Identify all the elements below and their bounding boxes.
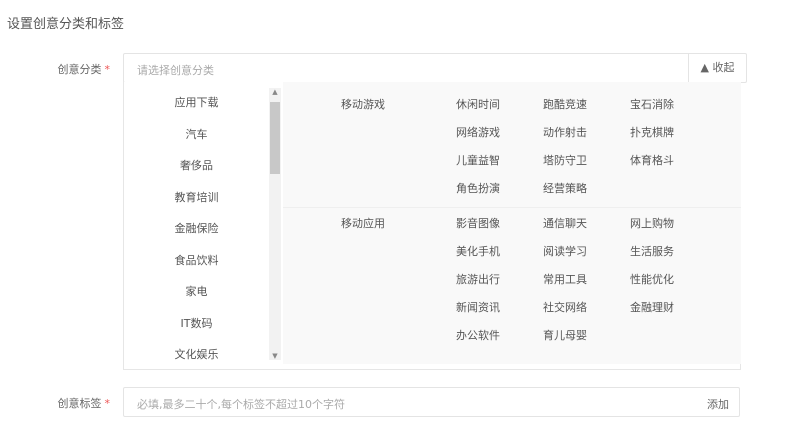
subcategory-item[interactable]: 塔防守卫 [543, 152, 587, 168]
subcategory-panel: 移动游戏 休闲时间 跑酷竞速 宝石消除网络游戏 动作射击 扑克棋牌儿童益智 塔防守卫 体育格斗… [283, 82, 741, 364]
subcategory-item[interactable]: 通信聊天 [543, 215, 587, 231]
industry-item[interactable]: 应用下载 [124, 94, 269, 110]
scrollbar-thumb[interactable] [270, 102, 280, 174]
subcategory-item[interactable]: 育儿母婴 [543, 327, 587, 343]
group-label: 移动游戏 [341, 98, 385, 111]
required-mark: * [104, 397, 111, 410]
category-label-text: 创意分类 [57, 63, 102, 76]
collapse-button[interactable]: ▲ 收起 [688, 54, 746, 82]
subcategory-item[interactable]: 动作射击 [543, 124, 587, 140]
category-dropdown: 应用下载汽车奢侈品教育培训金融保险食品饮料家电 IT数码文化娱乐 ▲ ▼ 移动游戏… [123, 82, 741, 370]
subcategory-item[interactable]: 儿童益智 [456, 152, 500, 168]
tags-label-text: 创意标签 [57, 397, 102, 410]
subcategory-item[interactable]: 网络游戏 [456, 124, 500, 140]
industry-item[interactable]: 金融保险 [124, 220, 269, 236]
subcategory-item[interactable]: 跑酷竞速 [543, 96, 587, 112]
group-label: 移动应用 [341, 217, 385, 230]
industry-item[interactable]: 汽车 [124, 126, 269, 142]
subcategory-item[interactable]: 金融理财 [630, 299, 674, 315]
subcategory-item[interactable]: 影音图像 [456, 215, 500, 231]
subcategory-item[interactable]: 角色扮演 [456, 180, 500, 196]
category-placeholder: 请选择创意分类 [137, 64, 214, 77]
category-select[interactable]: 请选择创意分类 ▲ 收起 [123, 53, 747, 83]
subcategory-item[interactable]: 办公软件 [456, 327, 500, 343]
tags-placeholder: 必填,最多二十个,每个标签不超过10个字符 [137, 398, 345, 411]
industry-item[interactable]: 奢侈品 [124, 157, 269, 173]
industry-item[interactable]: 食品饮料 [124, 252, 269, 268]
industry-item[interactable]: 家电 [124, 283, 269, 299]
subcategory-item[interactable]: 性能优化 [630, 271, 674, 287]
subcategory-item[interactable]: 生活服务 [630, 243, 674, 259]
subcategory-item[interactable]: 体育格斗 [630, 152, 674, 168]
subcategory-item[interactable]: 宝石消除 [630, 96, 674, 112]
scrollbar[interactable]: ▲ ▼ [269, 88, 281, 360]
tags-input[interactable]: 必填,最多二十个,每个标签不超过10个字符 添加 [123, 387, 740, 417]
subcategory-item[interactable]: 阅读学习 [543, 243, 587, 259]
scroll-up-icon[interactable]: ▲ [269, 88, 281, 96]
subcategory-item[interactable]: 旅游出行 [456, 271, 500, 287]
scroll-down-icon[interactable]: ▼ [269, 352, 281, 360]
add-tag-button[interactable]: 添加 [707, 396, 729, 412]
subcategory-item[interactable]: 休闲时间 [456, 96, 500, 112]
subcategory-item[interactable]: 社交网络 [543, 299, 587, 315]
subcategory-item[interactable]: 美化手机 [456, 243, 500, 259]
industry-item[interactable]: 教育培训 [124, 189, 269, 205]
subcategory-item[interactable]: 网上购物 [630, 215, 674, 231]
industry-list: 应用下载汽车奢侈品教育培训金融保险食品饮料家电 IT数码文化娱乐 [124, 82, 283, 370]
subcategory-item[interactable]: 新闻资讯 [456, 299, 500, 315]
group-divider [283, 207, 741, 208]
industry-item[interactable]: IT数码 [124, 315, 269, 331]
page-title: 设置创意分类和标签 [7, 17, 125, 32]
required-mark: * [104, 63, 111, 76]
subcategory-item[interactable]: 常用工具 [543, 271, 587, 287]
tags-label: 创意标签 * [0, 395, 111, 411]
subcategory-item[interactable]: 扑克棋牌 [630, 124, 674, 140]
industry-item[interactable]: 文化娱乐 [124, 346, 269, 362]
subcategory-item[interactable]: 经营策略 [543, 180, 587, 196]
category-label: 创意分类 * [0, 61, 111, 77]
